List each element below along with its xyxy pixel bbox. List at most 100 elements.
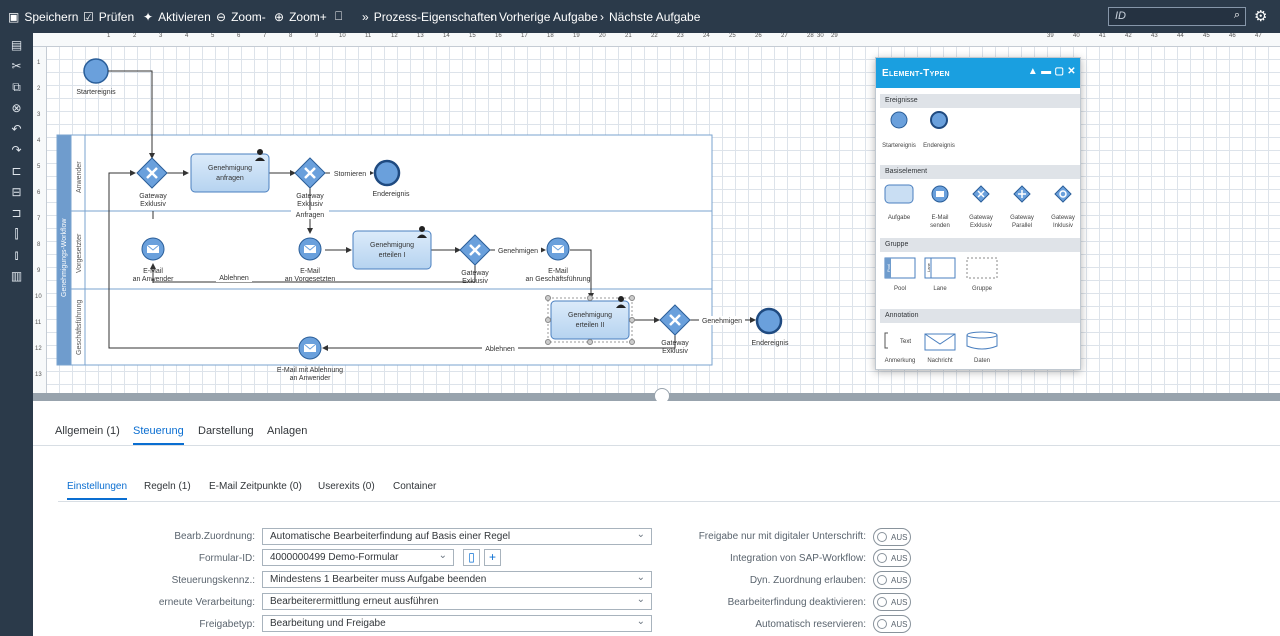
undo-icon[interactable]: ↶ [0, 122, 33, 136]
palette-start-event[interactable] [890, 111, 908, 129]
email-to-manager[interactable] [298, 237, 322, 261]
assignment-select[interactable]: Automatische Bearbeiterfindung auf Basis… [262, 528, 652, 545]
palette-label: Pool [893, 286, 906, 292]
end-event-2-label: Endereignis [752, 340, 789, 347]
palette-lane-inner-label: Lane [926, 262, 931, 272]
resize-handle[interactable] [545, 339, 551, 345]
chart-icon[interactable]: ▥ [0, 269, 33, 283]
reprocess-select[interactable]: Bearbeiterermittlung erneut ausführen ⌄ [262, 593, 652, 610]
delete-icon[interactable]: ⊗ [0, 101, 33, 115]
pane-splitter[interactable] [33, 388, 1280, 404]
resize-handle[interactable] [545, 295, 551, 301]
form-id-select[interactable]: 4000000499 Demo-Formular ⌄ [262, 549, 454, 566]
email-label: E-Mail [143, 268, 163, 275]
tab-control[interactable]: Steuerung [133, 425, 184, 445]
save-icon: ▣ [8, 9, 20, 24]
end-event-1-label: Endereignis [373, 191, 410, 198]
task-approve-2[interactable] [545, 295, 635, 345]
form-browse-button[interactable]: ▯ [463, 549, 480, 566]
comment-button[interactable]: ⎕ [335, 0, 347, 33]
palette-annotation[interactable] [884, 332, 888, 349]
next-task-button[interactable]: › Nächste Aufgabe [600, 0, 700, 33]
save-button[interactable]: ▣ Speichern [8, 0, 78, 33]
zoom-out-button[interactable]: ⊖ Zoom- [216, 0, 266, 33]
deactivate-toggle[interactable]: AUS [873, 593, 911, 611]
palette-end-event[interactable] [930, 111, 948, 129]
subtab-email-timing[interactable]: E-Mail Zeitpunkte (0) [209, 481, 302, 492]
palette-data[interactable] [966, 331, 998, 339]
check-button[interactable]: ☑ Prüfen [83, 0, 134, 33]
dyn-assignment-toggle[interactable]: AUS [873, 571, 911, 589]
distribute-icon[interactable]: ⫿ [0, 227, 33, 242]
email-rejection[interactable] [298, 336, 322, 360]
start-event[interactable] [83, 58, 109, 84]
task-label: Genehmigung [208, 165, 252, 172]
tab-display[interactable]: Darstellung [198, 425, 254, 437]
tab-general[interactable]: Allgemein (1) [55, 425, 120, 437]
subtab-container[interactable]: Container [393, 481, 436, 492]
palette-section-basic[interactable]: Basiselement [880, 165, 1080, 179]
palette-window-controls[interactable]: ▲ ▬ ▢ ✕ [1028, 66, 1076, 77]
toggle-knob [877, 597, 887, 607]
zoom-in-button[interactable]: ⊕ Zoom+ [274, 0, 327, 33]
resize-handle[interactable] [587, 339, 593, 345]
resize-handle[interactable] [629, 317, 635, 323]
end-event-1[interactable] [373, 159, 401, 187]
subtab-rules[interactable]: Regeln (1) [144, 481, 191, 492]
palette-task[interactable] [884, 184, 914, 204]
align-center-icon[interactable]: ⊟ [0, 185, 33, 199]
zoom-in-icon: ⊕ [274, 9, 285, 24]
tab-attachments[interactable]: Anlagen [267, 425, 307, 437]
release-type-label: Freigabetyp: [199, 619, 255, 630]
signature-toggle[interactable]: AUS [873, 528, 911, 546]
subtab-userexits[interactable]: Userexits (0) [318, 481, 375, 492]
search-input[interactable]: ID ⌕ [1108, 7, 1246, 26]
copy-icon[interactable]: ⧉ [0, 80, 33, 95]
process-properties-button[interactable]: » Prozess-Eigenschaften [362, 0, 497, 33]
resize-handle[interactable] [629, 295, 635, 301]
forward-icon: » [362, 9, 369, 24]
document-icon[interactable]: ▤ [0, 38, 33, 52]
form-add-button[interactable]: + [484, 549, 501, 566]
search-icon[interactable]: ⌕ [1234, 9, 1240, 22]
activate-button[interactable]: ✦ Aktivieren [143, 0, 211, 33]
subtab-settings[interactable]: Einstellungen [67, 481, 128, 500]
redo-icon[interactable]: ↷ [0, 143, 33, 157]
bpmn-diagram: Startereignis Genehmigungs-Workflow Anwe… [56, 58, 789, 382]
element-types-palette[interactable]: Element-Typen ▲ ▬ ▢ ✕ Ereignisse Pool La… [875, 57, 1081, 370]
flow-label-cancel: Stornieren [334, 171, 366, 178]
palette-gateway-inclusive[interactable] [1054, 185, 1072, 203]
check-icon: ☑ [83, 9, 94, 24]
subtab-divider [58, 501, 1280, 502]
palette-header[interactable]: Element-Typen ▲ ▬ ▢ ✕ [876, 58, 1080, 88]
palette-section-annotation[interactable]: Annotation [880, 309, 1080, 323]
palette-label: Parallel [1011, 223, 1032, 229]
release-type-select[interactable]: Bearbeitung und Freigabe ⌄ [262, 615, 652, 632]
resize-handle[interactable] [629, 339, 635, 345]
align-left-icon[interactable]: ⊏ [0, 164, 33, 178]
auto-reserve-toggle[interactable]: AUS [873, 615, 911, 633]
sap-workflow-label: Integration von SAP-Workflow: [730, 553, 866, 564]
cut-icon[interactable]: ✂ [0, 59, 33, 73]
gear-icon[interactable]: ⚙ [1254, 7, 1267, 25]
palette-label: Daten [973, 358, 990, 364]
email-to-ceo[interactable] [546, 237, 570, 261]
pool-label: Genehmigungs-Workflow [61, 218, 68, 297]
control-label: Steuerungskennz.: [171, 575, 255, 586]
previous-task-button[interactable]: ‹ Vorherige Aufgabe [490, 0, 598, 33]
resize-handle[interactable] [587, 295, 593, 301]
align-right-icon[interactable]: ⊐ [0, 206, 33, 220]
palette-group[interactable] [966, 257, 998, 279]
control-select[interactable]: Mindestens 1 Bearbeiter muss Aufgabe bee… [262, 571, 652, 588]
palette-section-group[interactable]: Gruppe [880, 238, 1080, 252]
user-icon [419, 226, 425, 232]
diagram-canvas[interactable]: 1 2 3 4 5 6 7 8 9 10 11 12 13 14 15 16 1… [33, 33, 1280, 393]
sap-workflow-toggle[interactable]: AUS [873, 549, 911, 567]
email-to-user[interactable] [141, 237, 165, 261]
gateway-4-label: Gateway [661, 340, 689, 347]
end-event-2[interactable] [755, 307, 783, 335]
distribute-vertical-icon[interactable]: ⫾ [0, 248, 33, 263]
palette-label: Gateway [1051, 215, 1075, 221]
resize-handle[interactable] [545, 317, 551, 323]
palette-label: Nachricht [927, 358, 953, 364]
